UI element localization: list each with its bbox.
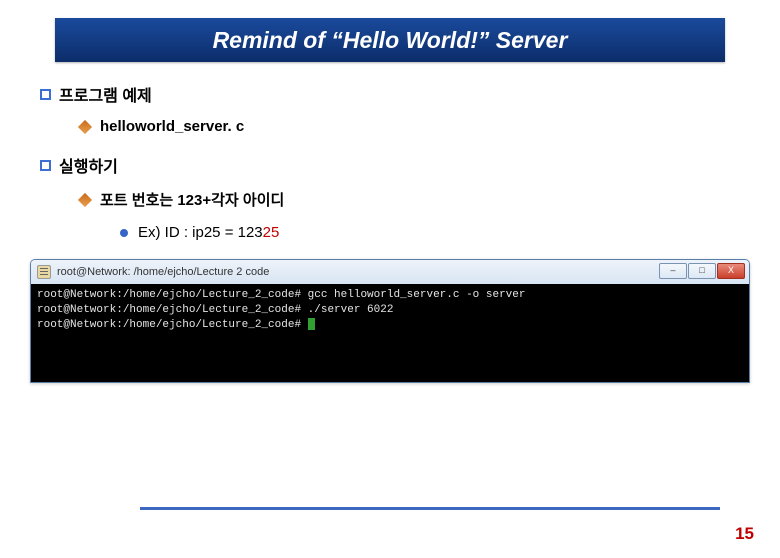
- sub-item-filename: helloworld_server. c: [80, 118, 740, 135]
- square-bullet-icon: [40, 160, 51, 171]
- example-text: Ex) ID : ip25 = 12325: [138, 224, 279, 241]
- section-run: 실행하기 포트 번호는 123+각자 아이디 Ex) ID : ip25 = 1…: [40, 153, 740, 241]
- page-number: 15: [735, 524, 754, 544]
- dot-bullet-icon: [120, 229, 128, 237]
- sub-item-text: 포트 번호는 123+각자 아이디: [100, 189, 284, 210]
- terminal-body[interactable]: root@Network:/home/ejcho/Lecture_2_code#…: [31, 284, 749, 382]
- minimize-button[interactable]: –: [659, 263, 687, 279]
- window-buttons: – □ X: [658, 263, 745, 279]
- sub-sub-item-example: Ex) ID : ip25 = 12325: [120, 224, 740, 241]
- terminal-window: root@Network: /home/ejcho/Lecture 2 code…: [30, 259, 750, 383]
- terminal-line: root@Network:/home/ejcho/Lecture_2_code#…: [37, 289, 525, 301]
- window-title-text: root@Network: /home/ejcho/Lecture 2 code: [57, 266, 269, 278]
- slide-title: Remind of “Hello World!” Server: [213, 27, 568, 54]
- window-titlebar[interactable]: root@Network: /home/ejcho/Lecture 2 code…: [31, 260, 749, 284]
- cursor-icon: [308, 318, 315, 330]
- section-heading-text: 실행하기: [59, 153, 118, 177]
- sub-item-text: helloworld_server. c: [100, 118, 244, 135]
- terminal-icon: [37, 265, 51, 279]
- section-program-example: 프로그램 예제 helloworld_server. c: [40, 82, 740, 135]
- section-heading-text: 프로그램 예제: [59, 82, 152, 106]
- diamond-bullet-icon: [78, 192, 92, 206]
- square-bullet-icon: [40, 89, 51, 100]
- slide-title-bar: Remind of “Hello World!” Server: [55, 18, 725, 62]
- example-highlight: 25: [263, 224, 280, 241]
- maximize-button[interactable]: □: [688, 263, 716, 279]
- section-heading: 프로그램 예제: [40, 82, 740, 106]
- divider-line: [140, 507, 720, 510]
- diamond-bullet-icon: [78, 119, 92, 133]
- close-button[interactable]: X: [717, 263, 745, 279]
- example-prefix: Ex) ID : ip25 = 123: [138, 224, 263, 241]
- content-area: 프로그램 예제 helloworld_server. c 실행하기 포트 번호는…: [40, 82, 740, 241]
- sub-item-port: 포트 번호는 123+각자 아이디: [80, 189, 740, 210]
- terminal-line: root@Network:/home/ejcho/Lecture_2_code#…: [37, 304, 393, 316]
- terminal-line: root@Network:/home/ejcho/Lecture_2_code#: [37, 319, 308, 331]
- section-heading: 실행하기: [40, 153, 740, 177]
